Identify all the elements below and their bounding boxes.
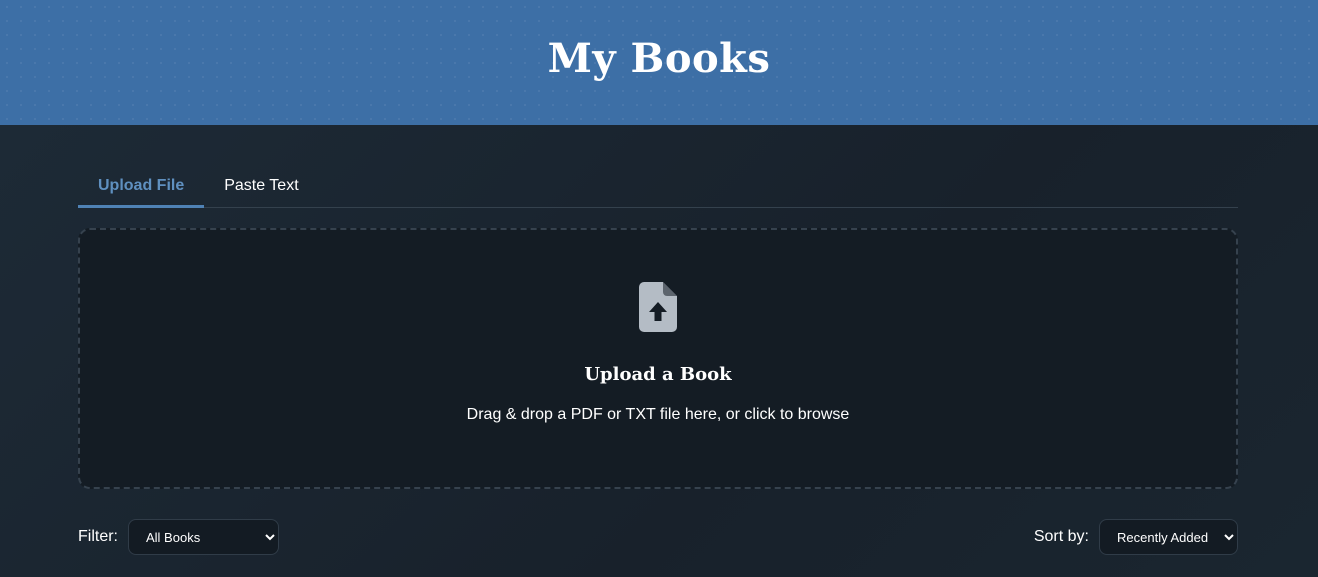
sort-label: Sort by: <box>1033 528 1089 545</box>
page-header: My Books <box>0 0 1318 125</box>
filter-group: Filter: All Books <box>78 519 279 555</box>
upload-dropzone[interactable]: Upload a Book Drag & drop a PDF or TXT f… <box>78 228 1238 489</box>
tab-paste-text[interactable]: Paste Text <box>204 165 318 208</box>
main-content: Upload File Paste Text Upload a Book Dra… <box>0 125 1318 577</box>
sort-select[interactable]: Recently Added <box>1099 519 1238 555</box>
filter-select[interactable]: All Books <box>128 519 279 555</box>
sort-group: Sort by: Recently Added <box>1034 519 1238 555</box>
library-controls: Filter: All Books Sort by: Recently Adde… <box>78 519 1238 555</box>
upload-tabs: Upload File Paste Text <box>78 165 1238 208</box>
tab-upload-file[interactable]: Upload File <box>78 165 205 208</box>
dropzone-title: Upload a Book <box>584 364 732 385</box>
file-upload-icon <box>639 282 677 332</box>
filter-label: Filter: <box>78 528 118 545</box>
dropzone-subtitle: Drag & drop a PDF or TXT file here, or c… <box>466 406 850 423</box>
page-title: My Books <box>547 35 771 82</box>
